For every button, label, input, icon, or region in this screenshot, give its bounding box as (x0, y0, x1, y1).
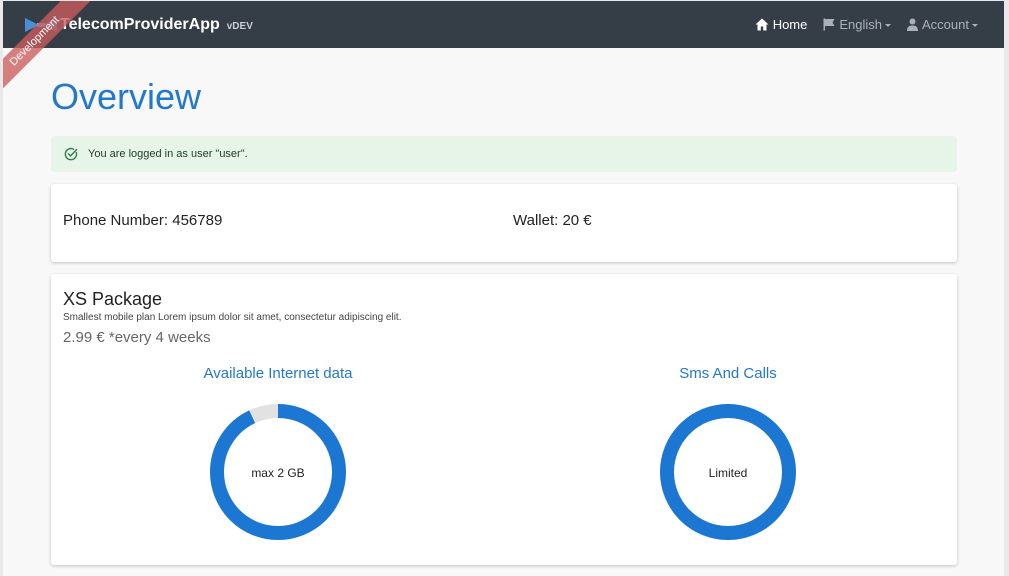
brand-name: TelecomProviderApp (60, 16, 220, 33)
logo-icon (25, 18, 57, 32)
alert-message: You are logged in as user "user". (88, 148, 248, 160)
package-price: 2.99 € *every 4 weeks (63, 329, 211, 346)
top-navbar: TelecomProviderApp vDEV Home English Acc… (3, 1, 1004, 48)
home-icon (755, 18, 769, 31)
package-name: XS Package (63, 289, 163, 309)
sms-calls-chart-title: Sms And Calls (679, 365, 777, 382)
chevron-down-icon (972, 23, 978, 27)
brand-link[interactable]: TelecomProviderApp vDEV (24, 14, 253, 36)
nav-home-label: Home (772, 17, 808, 32)
chevron-down-icon (885, 23, 892, 27)
package-description: Smallest mobile plan Lorem ipsum dolor s… (63, 312, 402, 323)
internet-chart-label: max 2 GB (251, 466, 305, 480)
package-card: XS Package Smallest mobile plan Lorem ip… (51, 274, 957, 565)
login-alert: You are logged in as user "user". (51, 136, 957, 172)
window-edge (1004, 0, 1009, 576)
page-title: Overview (51, 76, 202, 117)
check-circle-icon (64, 147, 78, 161)
nav-language-dropdown[interactable]: English (823, 17, 892, 32)
wallet-balance: Wallet: 20 € (513, 212, 592, 229)
user-icon (907, 18, 919, 31)
nav-home-link[interactable]: Home (755, 17, 808, 32)
nav-account-dropdown[interactable]: Account (907, 17, 978, 32)
nav-language-label: English (839, 17, 883, 32)
app-viewport: TelecomProviderApp vDEV Home English Acc… (3, 1, 1004, 576)
sms-calls-chart-label: Limited (708, 466, 748, 480)
flag-icon (823, 18, 835, 31)
phone-number: Phone Number: 456789 (63, 212, 223, 229)
nav-menu: Home English Account (739, 1, 978, 48)
brand-version: vDEV (226, 21, 253, 32)
nav-account-label: Account (922, 17, 969, 32)
internet-chart-title: Available Internet data (203, 365, 353, 382)
account-info-card: Phone Number: 456789 Wallet: 20 € (51, 184, 957, 262)
